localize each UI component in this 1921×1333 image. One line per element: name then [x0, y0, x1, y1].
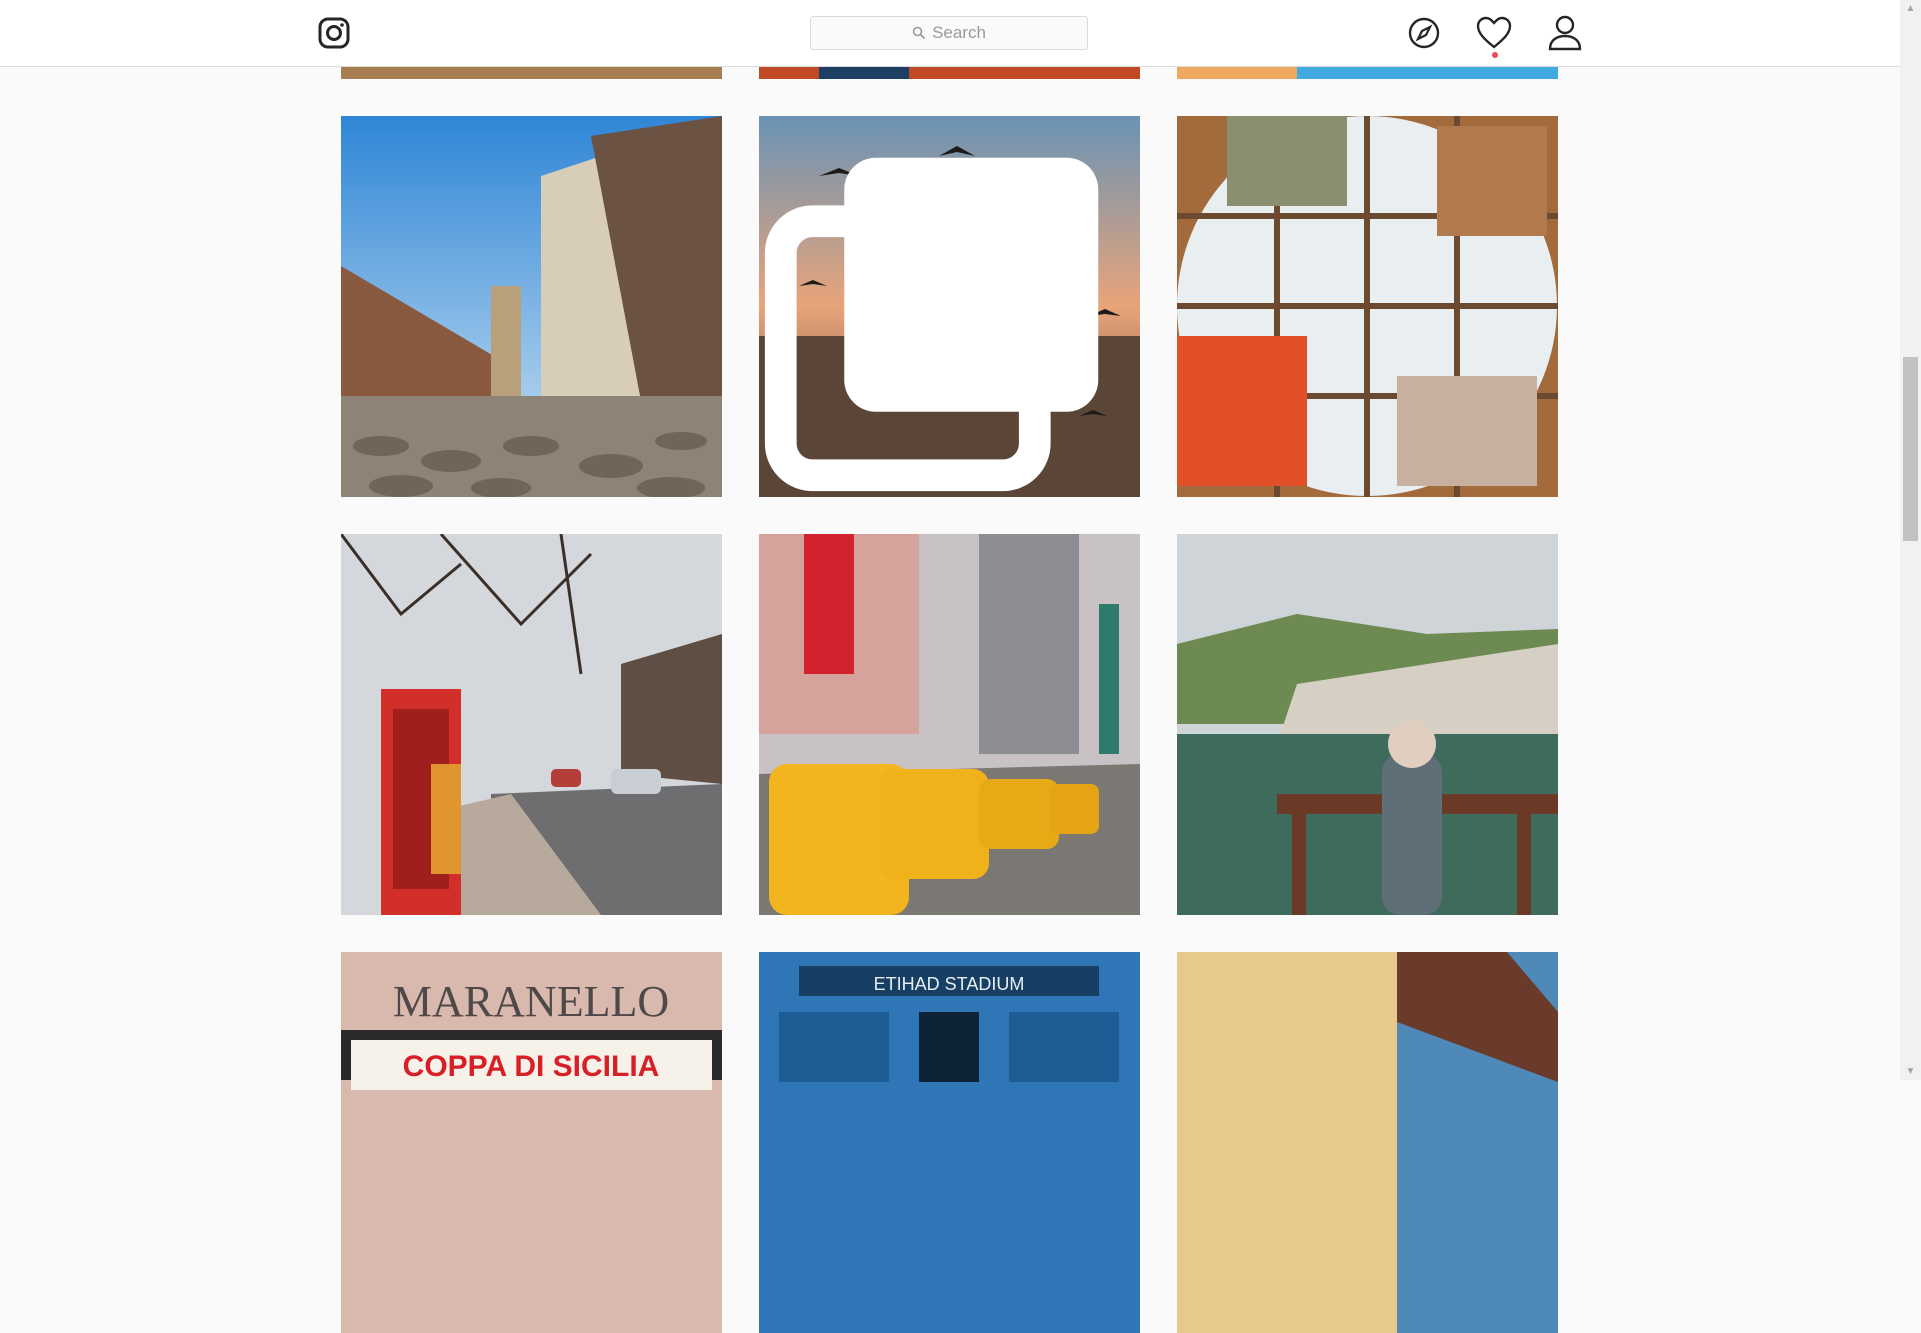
multiple-images-icon — [764, 157, 1099, 492]
post-image — [1177, 952, 1558, 1333]
post-image — [1177, 116, 1558, 497]
notification-dot — [1492, 52, 1498, 58]
search-input[interactable]: Search — [810, 16, 1088, 50]
post-thumbnail[interactable] — [759, 534, 1140, 915]
search-icon — [912, 26, 926, 40]
scroll-down-arrow[interactable]: ▼ — [1900, 1063, 1921, 1080]
post-thumbnail[interactable] — [341, 116, 722, 497]
scroll-up-arrow[interactable]: ▲ — [1900, 0, 1921, 17]
post-image — [1177, 534, 1558, 915]
instagram-icon[interactable] — [317, 16, 351, 50]
post-thumbnail[interactable] — [759, 116, 1140, 497]
post-image: MARANELLO COPPA DI SICILIA — [341, 952, 722, 1333]
post-thumbnail[interactable] — [1177, 116, 1558, 497]
post-image — [759, 534, 1140, 915]
compass-icon[interactable] — [1404, 13, 1444, 53]
user-icon[interactable] — [1545, 13, 1585, 53]
post-thumbnail[interactable] — [1177, 534, 1558, 915]
post-thumbnail[interactable] — [1177, 952, 1558, 1333]
top-navigation: Search — [0, 0, 1900, 67]
post-image — [341, 534, 722, 915]
post-thumbnail[interactable]: ETIHAD STADIUM — [759, 952, 1140, 1333]
post-thumbnail[interactable] — [341, 534, 722, 915]
vertical-scrollbar[interactable]: ▲ ▼ — [1900, 0, 1921, 1080]
marquee-title: MARANELLO — [393, 977, 669, 1026]
heart-icon[interactable] — [1474, 13, 1514, 53]
scrollbar-thumb[interactable] — [1903, 357, 1918, 541]
post-image: ETIHAD STADIUM — [759, 952, 1140, 1333]
marquee-subtitle: COPPA DI SICILIA — [403, 1050, 660, 1083]
post-image — [341, 116, 722, 497]
post-thumbnail[interactable]: MARANELLO COPPA DI SICILIA — [341, 952, 722, 1333]
stadium-sign: ETIHAD STADIUM — [874, 974, 1025, 994]
search-placeholder: Search — [932, 23, 986, 42]
